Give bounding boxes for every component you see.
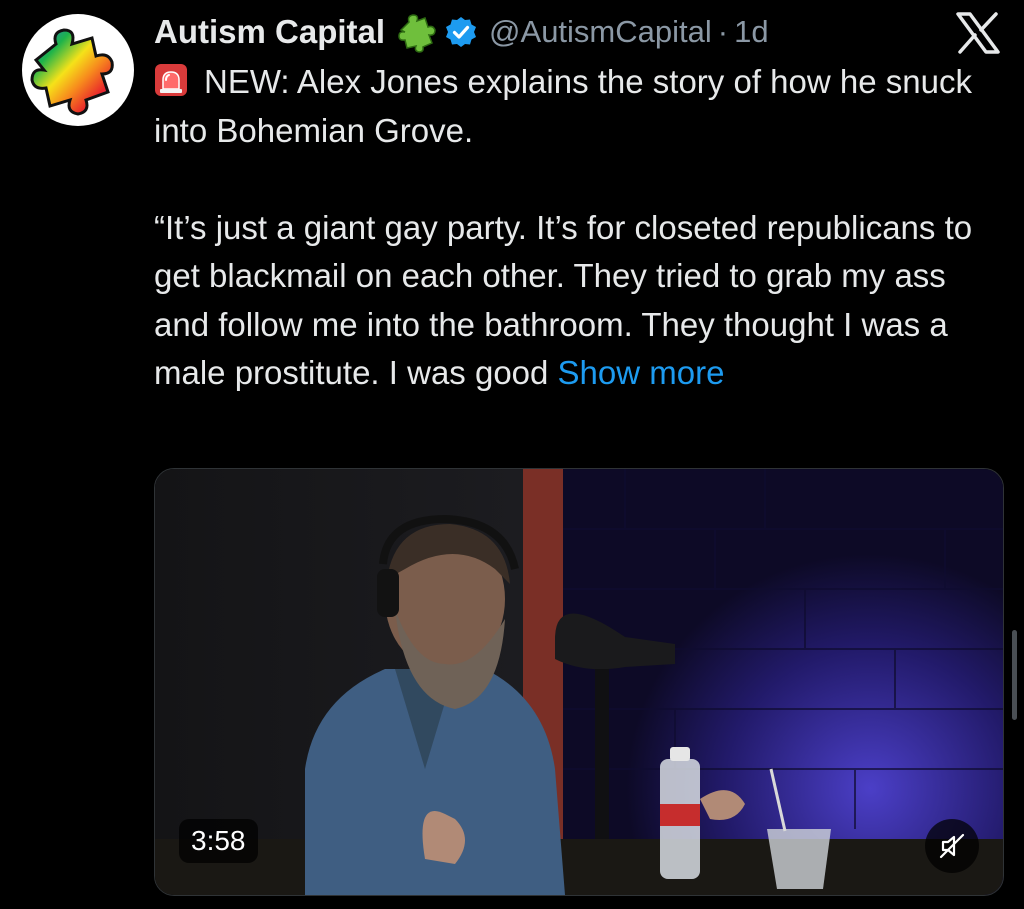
tweet-text: NEW: Alex Jones explains the story of ho…: [154, 58, 1004, 398]
separator-dot: ·: [717, 14, 729, 49]
muted-speaker-icon: [939, 833, 965, 859]
police-siren-icon: [154, 62, 188, 96]
tweet-line-2: “It’s just a giant gay party. It’s for c…: [154, 204, 1004, 398]
scrollbar-thumb[interactable]: [1012, 630, 1017, 720]
x-logo-icon: [956, 12, 1000, 54]
tweet-header: Autism Capital @AutismCapital · 1d: [154, 10, 934, 54]
tweet-time[interactable]: 1d: [734, 14, 768, 50]
video-duration-badge: 3:58: [179, 819, 258, 863]
puzzle-piece-icon: [395, 10, 439, 54]
user-handle[interactable]: @AutismCapital: [489, 14, 712, 50]
display-name[interactable]: Autism Capital: [154, 13, 385, 51]
avatar[interactable]: [22, 14, 134, 126]
rainbow-puzzle-avatar-icon: [30, 28, 114, 116]
show-more-link[interactable]: Show more: [558, 354, 725, 391]
tweet-line-1: NEW: Alex Jones explains the story of ho…: [154, 58, 1004, 155]
tweet-line-1-text: NEW: Alex Jones explains the story of ho…: [154, 63, 972, 149]
video-player[interactable]: 3:58: [154, 468, 1004, 896]
mute-toggle-button[interactable]: [925, 819, 979, 873]
verified-check-icon: [445, 16, 477, 48]
video-thumbnail: [155, 469, 1003, 895]
